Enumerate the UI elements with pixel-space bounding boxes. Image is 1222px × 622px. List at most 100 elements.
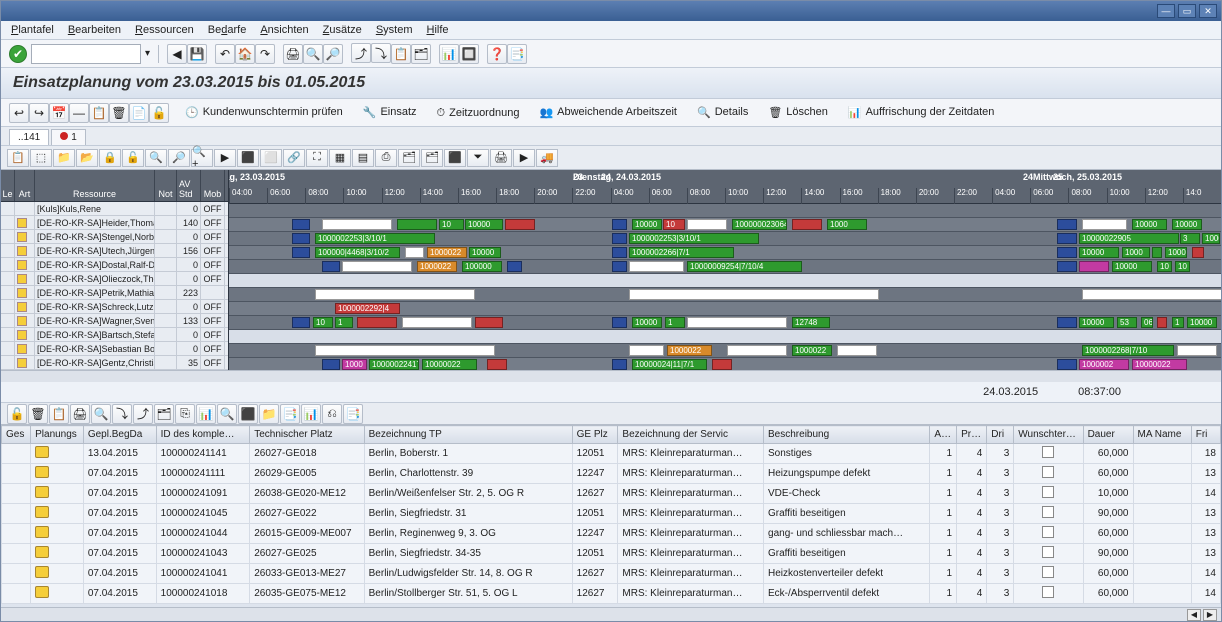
grid-tool-1[interactable]: 🗑 <box>28 404 48 424</box>
table-row[interactable]: 07.04.201510000024111126029-GE005Berlin,… <box>2 464 1221 484</box>
gantt-bar[interactable] <box>629 261 684 272</box>
gantt-bar[interactable]: 10 <box>663 219 685 230</box>
gantt-bar[interactable]: 10000 <box>1079 317 1114 328</box>
gantt-bar[interactable] <box>1057 233 1077 244</box>
resource-row[interactable]: [DE-RO-KR-SA]Wagner,Sven133OFF <box>1 314 228 328</box>
pb-col-mob[interactable]: Mob <box>201 170 225 201</box>
gantt-bar[interactable] <box>487 359 507 370</box>
toolbar-icon-10[interactable]: 📋 <box>391 44 411 64</box>
menu-bedarfe[interactable]: Bedarfe <box>208 24 247 36</box>
action-icon-5[interactable]: 🗑 <box>109 103 129 123</box>
action-icon-7[interactable]: 🔓 <box>149 103 169 123</box>
gantt-bar[interactable] <box>612 359 627 370</box>
cmd-löschen[interactable]: 🗑Löschen <box>762 104 834 121</box>
action-icon-0[interactable]: ↩ <box>9 103 29 123</box>
wunsch-checkbox[interactable] <box>1042 466 1054 478</box>
gantt-bar[interactable]: 10000022 <box>1132 359 1187 370</box>
col-wunschter-[interactable]: Wunschter… <box>1014 426 1083 444</box>
wunsch-checkbox[interactable] <box>1042 586 1054 598</box>
gantt-row[interactable]: 1000100000224171000002210000024|11|7/110… <box>229 358 1221 370</box>
table-row[interactable]: 07.04.201510000024104426015-GE009-ME007B… <box>2 524 1221 544</box>
col-a-[interactable]: A… <box>930 426 957 444</box>
action-icon-4[interactable]: 📋 <box>89 103 109 123</box>
gantt-bar[interactable]: 1000 <box>342 359 367 370</box>
col-bezeichnung-der-servic[interactable]: Bezeichnung der Servic <box>618 426 764 444</box>
nav-left[interactable]: ◀ <box>1187 609 1201 621</box>
table-row[interactable]: 13.04.201510000024114126027-GE018Berlin,… <box>2 444 1221 464</box>
gantt-bar[interactable] <box>322 261 340 272</box>
pb-col-ressource[interactable]: Ressource <box>35 170 155 201</box>
cmd-kundenwunschtermin-prüfen[interactable]: 🕒Kundenwunschtermin prüfen <box>179 104 349 121</box>
gantt-bar[interactable] <box>1157 317 1167 328</box>
gantt-bar[interactable]: 10000 <box>1132 219 1167 230</box>
command-combo[interactable] <box>31 44 141 64</box>
toolbar-icon-7[interactable]: 🔎 <box>323 44 343 64</box>
col-pr-[interactable]: Pr… <box>957 426 987 444</box>
gantt-tool-11[interactable]: ⬜ <box>260 149 282 167</box>
col-technischer-platz[interactable]: Technischer Platz <box>250 426 364 444</box>
gantt-bar[interactable] <box>292 247 310 258</box>
grid-tool-10[interactable]: 🔍 <box>217 404 237 424</box>
toolbar-icon-8[interactable]: ⤴ <box>351 43 371 63</box>
toolbar-icon-12[interactable]: 📊 <box>439 44 459 64</box>
toolbar-icon-6[interactable]: 🔍 <box>303 44 323 64</box>
gantt-bar[interactable] <box>687 219 727 230</box>
gantt-tool-18[interactable]: 🗂 <box>421 149 443 167</box>
gantt-tool-19[interactable]: ⬛ <box>444 149 466 167</box>
resource-row[interactable]: [DE-RO-KR-SA]Sebastian Boc0OFF <box>1 342 228 356</box>
gantt-bar[interactable] <box>792 219 822 230</box>
toolbar-icon-14[interactable]: ❓ <box>487 44 507 64</box>
gantt-bar[interactable] <box>1079 261 1109 272</box>
menu-plantafel[interactable]: Plantafel <box>11 24 54 36</box>
gantt-row[interactable]: 100002210000010000009254|7/10/4100001010 <box>229 260 1221 274</box>
gantt-bar[interactable]: 10000 <box>1172 219 1202 230</box>
action-icon-1[interactable]: ↪ <box>29 103 49 123</box>
pb-col-not[interactable]: Not <box>155 170 177 201</box>
gantt-tool-9[interactable]: ▶ <box>214 149 236 167</box>
toolbar-icon-3[interactable]: 🏠 <box>235 44 255 64</box>
gantt-bar[interactable]: 10000 <box>1079 247 1119 258</box>
gantt-bar[interactable]: 12748 <box>792 317 830 328</box>
gantt-bar[interactable]: 10 <box>1157 261 1172 272</box>
gantt-tool-0[interactable]: 📋 <box>7 149 29 167</box>
gantt-bar[interactable]: 10000 <box>1187 317 1217 328</box>
menu-ansichten[interactable]: Ansichten <box>260 24 308 36</box>
gantt-tool-21[interactable]: 🖨 <box>490 149 512 167</box>
gantt-bar[interactable] <box>315 345 495 356</box>
table-row[interactable]: 07.04.201510000024104526027-GE022Berlin,… <box>2 504 1221 524</box>
gantt-row[interactable]: 100002210000221000002268|7/10 <box>229 344 1221 358</box>
grid-tool-11[interactable]: ⬛ <box>238 404 258 424</box>
gantt-row[interactable]: 10110000112748100005306110000 <box>229 316 1221 330</box>
col-planungs[interactable]: Planungs <box>31 426 84 444</box>
col-beschreibung[interactable]: Beschreibung <box>764 426 930 444</box>
gantt-bar[interactable]: 10000 <box>632 317 662 328</box>
gantt-bar[interactable]: 3 <box>1180 233 1200 244</box>
gantt-bar[interactable] <box>397 219 437 230</box>
gantt-bar[interactable]: 1000022 <box>792 345 832 356</box>
table-row[interactable]: 07.04.201510000024104326027-GE025Berlin,… <box>2 544 1221 564</box>
col-ge-plz[interactable]: GE Plz <box>572 426 618 444</box>
toolbar-icon-1[interactable]: 💾 <box>187 44 207 64</box>
gantt-bar[interactable]: 100000023064 <box>732 219 787 230</box>
gantt-bar[interactable]: 100000 <box>462 261 502 272</box>
gantt-bar[interactable] <box>1057 261 1077 272</box>
menu-ressourcen[interactable]: Ressourcen <box>135 24 194 36</box>
action-icon-6[interactable]: 📄 <box>129 103 149 123</box>
gantt-bar[interactable]: 1000022 <box>427 247 467 258</box>
gantt-bar[interactable]: 10000 <box>1202 233 1220 244</box>
grid-tool-14[interactable]: 📊 <box>301 404 321 424</box>
table-row[interactable]: 07.04.201510000024104126033-GE013-ME27Be… <box>2 564 1221 584</box>
toolbar-icon-4[interactable]: ↷ <box>255 44 275 64</box>
grid-tool-2[interactable]: 📋 <box>49 404 69 424</box>
col-ma-name[interactable]: MA Name <box>1133 426 1191 444</box>
cmd-details[interactable]: 🔍Details <box>691 104 754 121</box>
resource-row[interactable]: [DE-RO-KR-SA]Olieczock,Tho0OFF <box>1 272 228 286</box>
grid-tool-6[interactable]: ⤴ <box>133 404 153 424</box>
gantt-bar[interactable] <box>1082 289 1221 300</box>
menu-bearbeiten[interactable]: Bearbeiten <box>68 24 121 36</box>
gantt-bar[interactable]: 1 <box>1172 317 1184 328</box>
gantt-bar[interactable]: 1000002 <box>1079 359 1129 370</box>
col-dauer[interactable]: Dauer <box>1083 426 1133 444</box>
resource-row[interactable]: [DE-RO-KR-SA]Stengel,Norbe0OFF <box>1 230 228 244</box>
gantt-bar[interactable] <box>1082 219 1127 230</box>
